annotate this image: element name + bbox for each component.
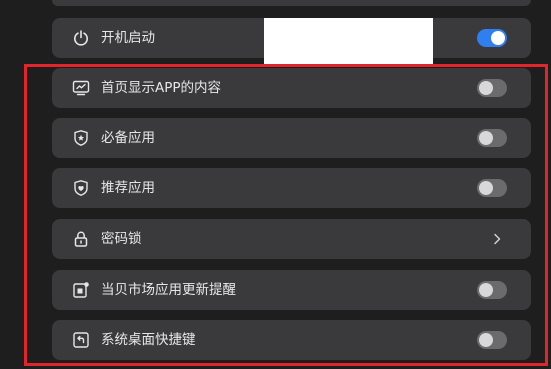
settings-row-label: 开机启动 xyxy=(101,30,155,46)
settings-screen: 开机启动 首页显示APP的内容 必备应用 推荐应用 密码锁 当贝市场应用更新提醒… xyxy=(0,0,551,369)
highlight-box xyxy=(24,64,548,366)
power-icon xyxy=(72,29,90,47)
startup-toggle[interactable] xyxy=(477,29,507,47)
toggle-knob xyxy=(491,31,505,45)
redaction-box xyxy=(264,18,433,64)
previous-settings-row xyxy=(52,0,531,6)
